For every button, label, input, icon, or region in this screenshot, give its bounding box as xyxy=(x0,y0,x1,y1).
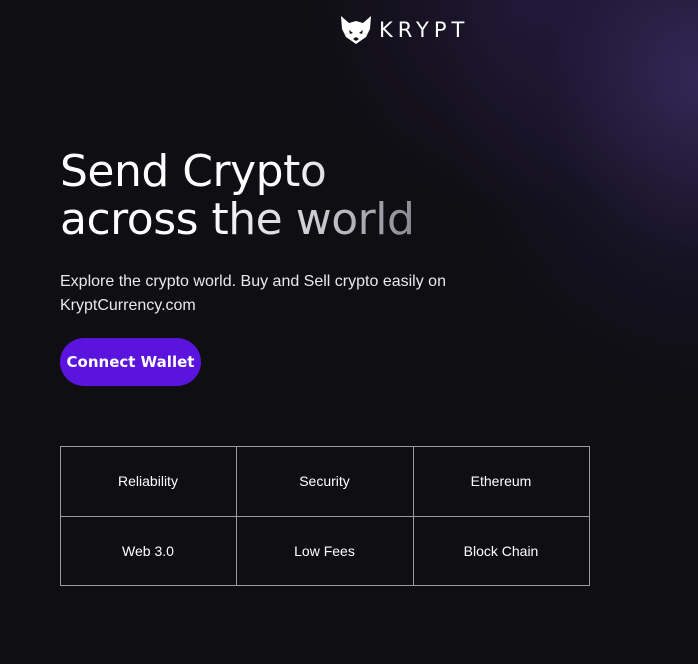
feature-low-fees: Low Fees xyxy=(235,515,414,586)
hero-title: Send Crypto across the world xyxy=(60,148,415,245)
brand-logo[interactable]: KRYPT xyxy=(339,12,469,48)
feature-security: Security xyxy=(235,445,414,517)
feature-block-chain: Block Chain xyxy=(412,515,590,586)
fox-icon xyxy=(341,16,371,44)
hero-subtitle: Explore the crypto world. Buy and Sell c… xyxy=(60,273,446,314)
hero-title-line1: Send Crypto xyxy=(60,148,414,196)
hero-title-line2: across the world xyxy=(60,194,415,245)
brand-name: KRYPT xyxy=(379,18,470,42)
features-grid: Reliability Security Ethereum Web 3.0 Lo… xyxy=(59,445,590,586)
feature-ethereum: Ethereum xyxy=(412,445,590,517)
feature-web3: Web 3.0 xyxy=(59,515,237,586)
feature-reliability: Reliability xyxy=(59,445,237,517)
connect-wallet-button[interactable]: Connect Wallet xyxy=(60,338,201,386)
